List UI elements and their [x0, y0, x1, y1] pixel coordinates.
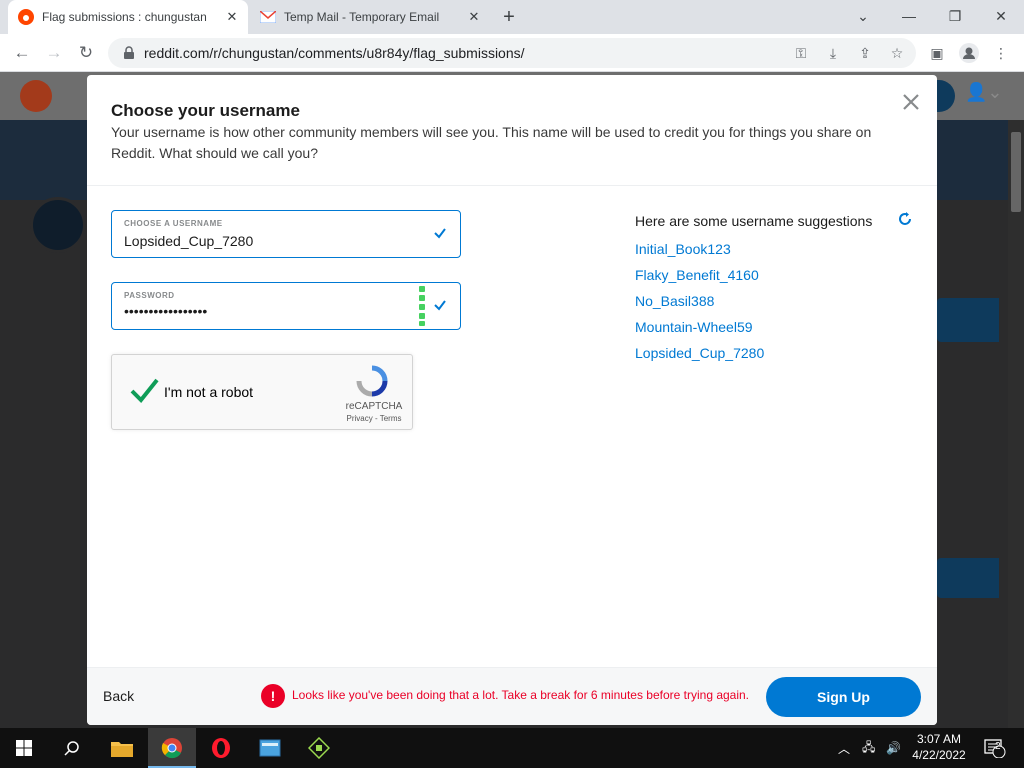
username-field[interactable]: CHOOSE A USERNAME Lopsided_Cup_7280 — [111, 210, 461, 258]
back-arrow-icon[interactable]: ← — [10, 41, 34, 65]
new-tab-button[interactable]: + — [498, 6, 520, 28]
reload-icon[interactable]: ↻ — [74, 41, 98, 65]
recaptcha-widget[interactable]: I'm not a robot reCAPTCHA Privacy - Term… — [111, 354, 413, 430]
clock-time: 3:07 AM — [916, 732, 962, 746]
password-input[interactable]: ••••••••••••••••• — [124, 303, 207, 319]
username-suggestion[interactable]: Lopsided_Cup_7280 — [635, 345, 764, 361]
mail-favicon-icon — [260, 9, 276, 25]
modal-footer: Back ! Looks like you've been doing that… — [87, 667, 937, 725]
profile-icon[interactable] — [958, 42, 980, 64]
url-text: reddit.com/r/chungustan/comments/u8r84y/… — [144, 45, 525, 61]
username-label: CHOOSE A USERNAME — [124, 219, 223, 228]
taskbar-clock[interactable]: 3:07 AM 4/22/2022 — [905, 731, 973, 763]
sidebar-button — [937, 558, 999, 598]
community-icon — [30, 197, 86, 253]
install-icon[interactable]: ⤓ — [822, 42, 844, 64]
scrollbar-thumb[interactable] — [1011, 132, 1021, 212]
recaptcha-label: I'm not a robot — [164, 384, 254, 400]
clock-date: 4/22/2022 — [912, 748, 966, 762]
check-icon — [434, 300, 446, 311]
windows-start-icon[interactable] — [0, 728, 48, 768]
page-scrollbar[interactable] — [1008, 120, 1024, 728]
opera-icon[interactable] — [197, 728, 245, 768]
app-tiles-icon[interactable] — [295, 728, 343, 768]
restore-button[interactable]: ❐ — [940, 4, 970, 28]
chrome-icon[interactable] — [148, 728, 196, 768]
volume-icon[interactable]: 🔊 — [886, 728, 901, 768]
sidebar-button — [937, 298, 999, 342]
username-suggestion[interactable]: Flaky_Benefit_4160 — [635, 267, 759, 283]
refresh-icon[interactable] — [897, 211, 913, 227]
username-input[interactable]: Lopsided_Cup_7280 — [124, 233, 253, 249]
signup-modal: Choose your username Your username is ho… — [87, 75, 937, 725]
tab-flag-submissions[interactable]: Flag submissions : chungustan ✕ — [8, 0, 248, 34]
user-avatar-icon: 👤⌄ — [965, 82, 1003, 102]
modal-header: Choose your username Your username is ho… — [87, 75, 937, 186]
username-suggestion[interactable]: No_Basil388 — [635, 293, 714, 309]
minimize-button[interactable]: — — [894, 4, 924, 28]
app-window-icon[interactable] — [246, 728, 294, 768]
side-panel-icon[interactable]: ▣ — [926, 42, 948, 64]
back-button[interactable]: Back — [103, 688, 134, 704]
tab-title: Flag submissions : chungustan — [42, 10, 207, 24]
tab-temp-mail[interactable]: Temp Mail - Temporary Email ✕ — [250, 0, 490, 34]
tab-title: Temp Mail - Temporary Email — [284, 10, 440, 24]
tray-chevron-up-icon[interactable]: ︿ — [838, 728, 850, 768]
browser-tabstrip: Flag submissions : chungustan ✕ Temp Mai… — [0, 0, 1024, 34]
network-icon[interactable]: 🖧 — [862, 728, 875, 768]
check-icon — [434, 228, 446, 239]
notifications-icon[interactable]: 2 — [984, 728, 1006, 768]
notification-count: 2 — [995, 741, 1001, 752]
browser-toolbar: ← → ↻ reddit.com/r/chungustan/comments/u… — [0, 34, 1024, 72]
reddit-logo-icon — [20, 80, 52, 112]
recaptcha-links[interactable]: Privacy - Terms — [338, 414, 410, 423]
suggestions-title: Here are some username suggestions — [635, 213, 873, 229]
password-label: PASSWORD — [124, 291, 175, 300]
forward-arrow-icon[interactable]: → — [42, 41, 66, 65]
recaptcha-brand: reCAPTCHA — [345, 401, 403, 412]
sign-up-button[interactable]: Sign Up — [766, 677, 921, 717]
windows-taskbar: ︿ 🖧 🔊 3:07 AM 4/22/2022 2 — [0, 728, 1024, 768]
error-message: Looks like you've been doing that a lot.… — [292, 688, 750, 702]
menu-kebab-icon[interactable]: ⋮ — [990, 42, 1012, 64]
close-icon[interactable] — [899, 90, 923, 114]
lock-icon — [124, 46, 134, 59]
password-field[interactable]: PASSWORD ••••••••••••••••• — [111, 282, 461, 330]
search-icon[interactable] — [48, 728, 96, 768]
tab-close-icon[interactable]: ✕ — [466, 9, 482, 25]
tab-search-chevron-icon[interactable]: ⌄ — [848, 4, 878, 28]
close-window-button[interactable]: ✕ — [986, 4, 1016, 28]
share-icon[interactable]: ⇪ — [854, 42, 876, 64]
recaptcha-logo-icon — [356, 365, 388, 397]
tab-close-icon[interactable]: ✕ — [224, 9, 240, 25]
file-explorer-icon[interactable] — [98, 728, 146, 768]
key-icon[interactable]: ⚿ — [790, 42, 812, 64]
password-strength-meter-icon — [419, 286, 425, 326]
recaptcha-checkmark-icon[interactable] — [128, 375, 160, 407]
modal-title: Choose your username — [111, 101, 300, 120]
error-icon: ! — [261, 684, 285, 708]
username-suggestion[interactable]: Initial_Book123 — [635, 241, 731, 257]
modal-description: Your username is how other community mem… — [111, 124, 872, 161]
reddit-favicon-icon — [18, 9, 34, 25]
bookmark-star-icon[interactable]: ☆ — [886, 42, 908, 64]
username-suggestion[interactable]: Mountain-Wheel59 — [635, 319, 753, 335]
